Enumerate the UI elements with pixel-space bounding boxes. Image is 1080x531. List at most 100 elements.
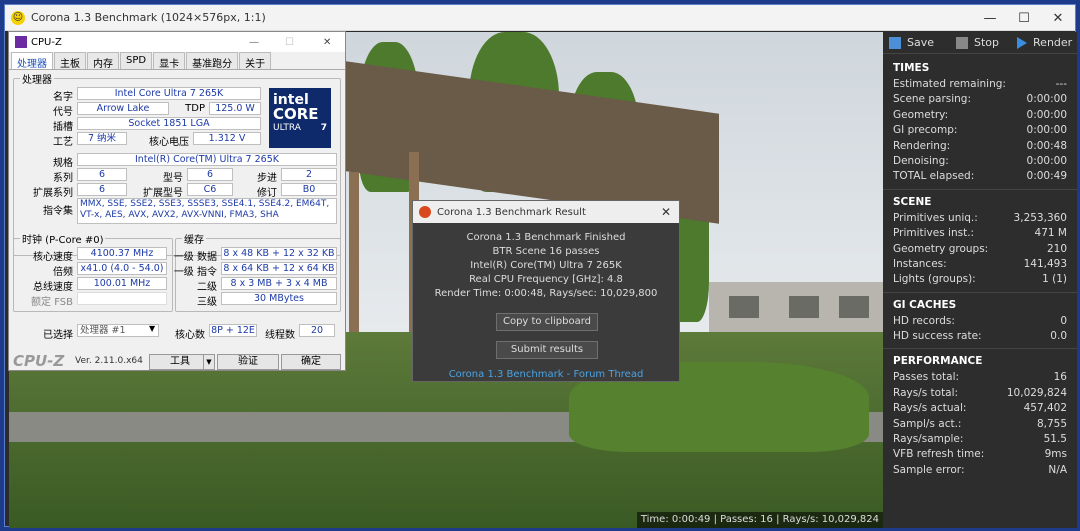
stat-value: 471 M [1034, 227, 1067, 240]
cores-label: 核心数 [175, 330, 205, 341]
tools-button[interactable]: 工具 [149, 354, 211, 370]
cpuz-tab-about[interactable]: 关于 [239, 52, 272, 70]
stat-label: Lights (groups): [893, 273, 976, 286]
cpuz-tab-graphics[interactable]: 显卡 [153, 52, 186, 70]
l3-field: 30 MBytes [221, 292, 337, 305]
name-label: 名字 [53, 92, 73, 103]
cpuz-tab-spd[interactable]: SPD [120, 52, 153, 69]
stat-label: Primitives inst.: [893, 227, 975, 240]
benchmark-result-dialog: Corona 1.3 Benchmark Result ✕ Corona 1.3… [412, 200, 680, 382]
result-dialog-titlebar: Corona 1.3 Benchmark Result ✕ [413, 201, 679, 223]
stop-button[interactable]: Stop [950, 36, 1005, 49]
maximize-button[interactable]: ☐ [1007, 5, 1041, 31]
close-button[interactable]: ✕ [1041, 5, 1075, 31]
scene-heading: SCENE [893, 195, 932, 208]
cpuz-version: Ver. 2.11.0.x64 [75, 356, 143, 366]
corona-app-icon: ☺ [11, 10, 25, 25]
ok-button[interactable]: 确定 [281, 354, 341, 370]
chevron-down-icon: ▼ [149, 324, 156, 333]
stat-value: 0 [1060, 314, 1067, 327]
save-button[interactable]: Save [883, 36, 940, 49]
performance-row: Sample error: N/A [883, 463, 1077, 478]
play-icon [1017, 36, 1028, 49]
copy-to-clipboard-button[interactable]: Copy to clipboard [496, 313, 598, 331]
stat-label: Sampl/s act.: [893, 417, 962, 430]
cpuz-tab-bench[interactable]: 基准跑分 [186, 52, 239, 70]
gi-caches-section: GI CACHES HD records: 0 HD success rate: 0.… [883, 299, 1077, 345]
gi-caches-row: HD records: 0 [883, 314, 1077, 329]
cpuz-tab-memory[interactable]: 内存 [87, 52, 119, 70]
ext-family-label: 扩展系列 [33, 188, 73, 199]
stat-value: 0:00:00 [1026, 108, 1067, 121]
scene-row: Geometry groups: 210 [883, 242, 1077, 257]
cpuz-tabs: 处理器 主板 内存 SPD 显卡 基准跑分 关于 [9, 52, 345, 70]
stat-value: 457,402 [1023, 402, 1067, 415]
stat-label: Scene parsing: [893, 93, 972, 106]
stat-label: Passes total: [893, 371, 960, 384]
times-row: GI precomp: 0:00:00 [883, 123, 1077, 138]
save-icon [889, 36, 901, 49]
stat-value: 0:00:00 [1026, 124, 1067, 137]
stat-label: Sample error: [893, 463, 965, 476]
result-line: BTR Scene 16 passes [492, 246, 600, 257]
stat-value: 0:00:49 [1026, 170, 1067, 183]
render-button[interactable]: Render [1011, 36, 1078, 49]
times-row: TOTAL elapsed: 0:00:49 [883, 169, 1077, 184]
cpuz-minimize-button[interactable]: — [249, 37, 259, 48]
rated-fsb-field [77, 292, 167, 305]
performance-row: Rays/s total: 10,029,824 [883, 386, 1077, 401]
stat-value: 1 (1) [1042, 273, 1067, 286]
stop-icon [956, 36, 969, 49]
model-label: 型号 [163, 173, 183, 184]
model-field: 6 [187, 168, 233, 181]
validate-button[interactable]: 验证 [217, 354, 279, 370]
stat-value: 0.0 [1050, 330, 1067, 343]
l1-data-label: 一级 数据 [173, 252, 217, 263]
minimize-button[interactable]: — [973, 5, 1007, 31]
cpuz-titlebar: CPU-Z — ☐ ✕ [9, 32, 345, 52]
cpuz-maximize-button[interactable]: ☐ [285, 37, 294, 48]
tools-dropdown-icon[interactable]: ▼ [203, 354, 215, 370]
times-row: Geometry: 0:00:00 [883, 108, 1077, 123]
result-line: Intel(R) Core(TM) Ultra 7 265K [470, 260, 622, 271]
ext-model-field: C6 [187, 183, 233, 196]
performance-section: PERFORMANCE Passes total: 16 Rays/s total:… [883, 355, 1077, 478]
spec-label: 规格 [53, 158, 73, 169]
times-row: Rendering: 0:00:48 [883, 139, 1077, 154]
gi-caches-heading: GI CACHES [893, 298, 957, 311]
cpuz-tab-mainboard[interactable]: 主板 [54, 52, 86, 70]
cpuz-tab-processor[interactable]: 处理器 [11, 52, 53, 70]
ext-model-label: 扩展型号 [143, 188, 183, 199]
cpuz-window: CPU-Z — ☐ ✕ 处理器 主板 内存 SPD 显卡 基准跑分 关于 处理器… [8, 31, 346, 371]
forum-thread-link[interactable]: Corona 1.3 Benchmark - Forum Thread [413, 369, 679, 380]
socket-field: Socket 1851 LGA [77, 117, 261, 130]
dialog-close-button[interactable]: ✕ [661, 205, 671, 219]
intel-core-text: CORE [273, 105, 319, 123]
stat-label: Rays/s actual: [893, 402, 967, 415]
process-label: 工艺 [53, 137, 73, 148]
times-heading: TIMES [893, 62, 930, 74]
submit-results-button[interactable]: Submit results [496, 341, 598, 359]
scene-row: Lights (groups): 1 (1) [883, 272, 1077, 287]
instructions-field: MMX, SSE, SSE2, SSE3, SSSE3, SSE4.1, SSE… [77, 198, 337, 224]
result-dialog-title: Corona 1.3 Benchmark Result [437, 206, 586, 218]
tdp-label: TDP [185, 103, 205, 114]
revision-field: B0 [281, 183, 337, 196]
bus-speed-field: 100.01 MHz [77, 277, 167, 290]
intel-tier-text: 7 [320, 123, 327, 133]
ext-family-field: 6 [77, 183, 127, 196]
stat-label: GI precomp: [893, 124, 958, 137]
scene-row: Primitives uniq.: 3,253,360 [883, 211, 1077, 226]
stat-label: Rays/s total: [893, 386, 959, 399]
core-speed-label: 核心速度 [33, 252, 73, 263]
cpuz-close-button[interactable]: ✕ [323, 37, 331, 48]
threads-label: 线程数 [265, 330, 295, 341]
tdp-field: 125.0 W [209, 102, 261, 115]
stepping-field: 2 [281, 168, 337, 181]
processor-select[interactable]: 处理器 #1 [77, 324, 159, 337]
main-window-title: Corona 1.3 Benchmark (1024×576px, 1:1) [31, 11, 266, 24]
stat-label: HD success rate: [893, 330, 982, 343]
family-field: 6 [77, 168, 127, 181]
stat-value: 0:00:00 [1026, 154, 1067, 167]
threads-field: 20 [299, 324, 335, 337]
